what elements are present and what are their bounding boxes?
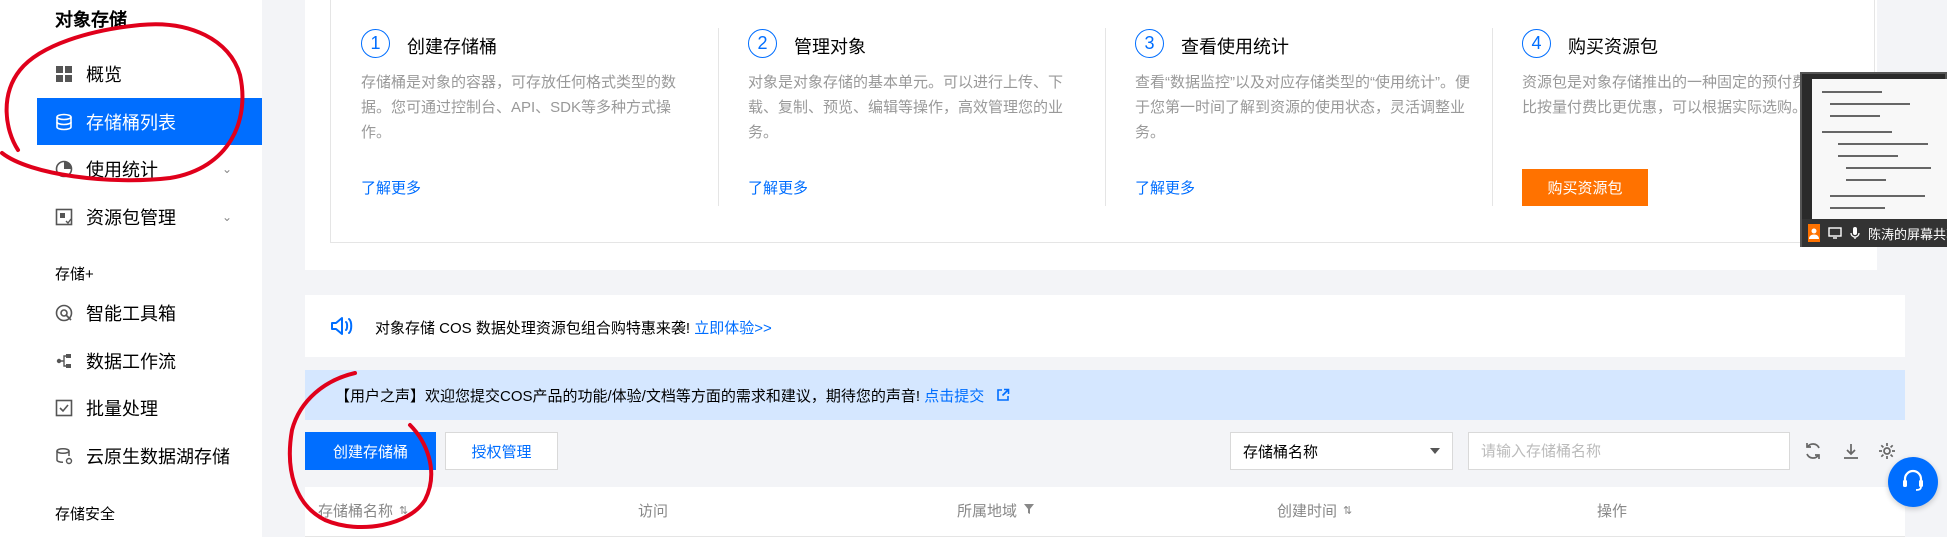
sidebar-item-usage-stats[interactable]: 使用统计 ⌄ — [37, 145, 262, 192]
promo-banner: 对象存储 COS 数据处理资源包组合购特惠来袭! 立即体验>> — [305, 295, 1905, 357]
step-usage-stats: 3 查看使用统计 查看“数据监控”以及对应存储类型的“使用统计”。便于您第一时间… — [1105, 0, 1492, 243]
sidebar-item-label: 存储桶列表 — [86, 112, 176, 133]
column-label: 所属地域 — [957, 503, 1018, 520]
notice-text: 【用户之声】欢迎您提交COS产品的功能/体验/文档等方面的需求和建议，期待您的声… — [335, 388, 921, 405]
getting-started-steps: 1 创建存储桶 存储桶是对象的容器，可存放任何格式类型的数据。您可通过控制台、A… — [330, 0, 1875, 243]
sidebar: 对象存储 概览 存储桶列表 使用统计 ⌄ 资源包管理 ⌄ 存储+ 智能工具箱 数… — [0, 0, 262, 537]
step-create-bucket: 1 创建存储桶 存储桶是对象的容器，可存放任何格式类型的数据。您可通过控制台、A… — [331, 0, 718, 243]
create-bucket-button[interactable]: 创建存储桶 — [305, 432, 436, 470]
column-label: 操作 — [1597, 503, 1628, 520]
step-title: 管理对象 — [794, 37, 866, 57]
pie-chart-icon — [54, 159, 74, 179]
sidebar-item-label: 数据工作流 — [86, 351, 176, 372]
promo-message: 对象存储 COS 数据处理资源包组合购特惠来袭! 立即体验>> — [375, 317, 772, 338]
step-number: 3 — [1135, 29, 1164, 58]
headset-icon — [1900, 467, 1926, 498]
download-icon[interactable] — [1840, 440, 1862, 462]
section-storage-plus: 存储+ — [55, 266, 94, 283]
bucket-icon — [54, 112, 74, 132]
submit-feedback-link[interactable]: 点击提交 — [924, 388, 984, 405]
column-header-region[interactable]: 所属地域 — [957, 500, 1035, 521]
step-description: 对象是对象存储的基本单元。可以进行上传、下载、复制、预览、编辑等操作，高效管理您… — [748, 74, 1064, 141]
batch-icon — [54, 398, 74, 418]
learn-more-link[interactable]: 了解更多 — [361, 177, 421, 198]
chevron-down-icon: ⌄ — [221, 209, 232, 224]
column-label: 存储桶名称 — [318, 503, 394, 520]
speaker-icon — [330, 315, 354, 342]
step-description: 存储桶是对象的容器，可存放任何格式类型的数据。您可通过控制台、API、SDK等多… — [361, 74, 677, 141]
caret-down-icon — [1430, 448, 1440, 454]
sidebar-title: 对象存储 — [55, 10, 127, 30]
customer-support-button[interactable] — [1888, 457, 1938, 507]
step-number: 1 — [361, 29, 390, 58]
learn-more-link[interactable]: 了解更多 — [1135, 177, 1195, 198]
share-owner-label: 陈涛的屏幕共享 — [1868, 226, 1947, 242]
sidebar-item-label: 批量处理 — [86, 398, 158, 419]
promo-text: 对象存储 COS 数据处理资源包组合购特惠来袭! — [375, 320, 691, 337]
column-header-actions: 操作 — [1597, 500, 1627, 521]
sidebar-item-label: 使用统计 — [86, 159, 158, 180]
screen-share-preview[interactable]: 陈涛的屏幕共享 — [1800, 72, 1947, 247]
select-value: 存储桶名称 — [1243, 443, 1319, 461]
step-number: 2 — [748, 29, 777, 58]
bucket-search-input[interactable] — [1468, 432, 1790, 470]
step-manage-objects: 2 管理对象 对象是对象存储的基本单元。可以进行上传、下载、复制、预览、编辑等操… — [718, 0, 1105, 243]
workflow-icon — [54, 351, 74, 371]
microphone-icon[interactable] — [1850, 224, 1860, 242]
grid-icon — [54, 64, 74, 84]
refresh-icon[interactable] — [1802, 440, 1824, 462]
learn-more-link[interactable]: 了解更多 — [748, 177, 808, 198]
sidebar-item-overview[interactable]: 概览 — [37, 50, 262, 97]
bucket-table-header: 存储桶名称 ⇅ 访问 所属地域 创建时间 ⇅ 操作 — [305, 487, 1905, 537]
buy-package-button[interactable]: 购买资源包 — [1522, 169, 1648, 206]
step-title: 创建存储桶 — [407, 37, 497, 57]
column-label: 创建时间 — [1277, 503, 1338, 520]
column-label: 访问 — [638, 503, 669, 520]
column-header-created[interactable]: 创建时间 ⇅ — [1277, 500, 1352, 521]
sidebar-item-bucket-list[interactable]: 存储桶列表 — [37, 98, 262, 145]
feedback-notice: 【用户之声】欢迎您提交COS产品的功能/体验/文档等方面的需求和建议，期待您的声… — [305, 370, 1905, 420]
sort-icon[interactable]: ⇅ — [1343, 504, 1352, 517]
auth-management-button[interactable]: 授权管理 — [445, 432, 558, 470]
screen-icon[interactable] — [1828, 224, 1842, 242]
sidebar-item-workflow[interactable]: 数据工作流 — [37, 337, 262, 384]
package-icon — [54, 207, 74, 227]
person-icon[interactable] — [1808, 224, 1820, 242]
sidebar-item-label: 云原生数据湖存储 — [86, 446, 230, 467]
filter-icon[interactable] — [1023, 502, 1035, 519]
step-number: 4 — [1522, 29, 1551, 58]
try-now-link[interactable]: 立即体验>> — [694, 320, 772, 337]
shared-screen-thumbnail — [1812, 79, 1947, 219]
sort-icon[interactable]: ⇅ — [399, 504, 408, 517]
toolbox-icon — [54, 303, 74, 323]
column-header-name[interactable]: 存储桶名称 ⇅ — [318, 500, 408, 521]
sidebar-item-label: 智能工具箱 — [86, 303, 176, 324]
step-title: 查看使用统计 — [1181, 37, 1289, 57]
sidebar-item-toolbox[interactable]: 智能工具箱 — [37, 289, 262, 336]
sidebar-item-label: 概览 — [86, 64, 122, 85]
sidebar-scrollbar-track[interactable] — [265, 50, 272, 537]
column-header-access: 访问 — [638, 500, 668, 521]
chevron-down-icon: ⌄ — [221, 161, 232, 176]
share-controls: 陈涛的屏幕共享 — [1802, 219, 1947, 247]
step-title: 购买资源包 — [1568, 37, 1658, 57]
sidebar-item-label: 资源包管理 — [86, 207, 176, 228]
step-description: 查看“数据监控”以及对应存储类型的“使用统计”。便于您第一时间了解到资源的使用状… — [1135, 74, 1470, 141]
sidebar-item-batch[interactable]: 批量处理 — [37, 384, 262, 431]
settings-icon[interactable] — [1876, 440, 1898, 462]
external-link-icon[interactable] — [996, 388, 1010, 406]
sidebar-item-datalake[interactable]: 云原生数据湖存储 — [37, 432, 262, 479]
datalake-icon — [54, 446, 74, 466]
search-field-select[interactable]: 存储桶名称 — [1230, 432, 1453, 470]
section-storage-security: 存储安全 — [55, 506, 116, 523]
sidebar-item-package-mgmt[interactable]: 资源包管理 ⌄ — [37, 193, 262, 240]
notice-message: 【用户之声】欢迎您提交COS产品的功能/体验/文档等方面的需求和建议，期待您的声… — [335, 385, 1010, 406]
